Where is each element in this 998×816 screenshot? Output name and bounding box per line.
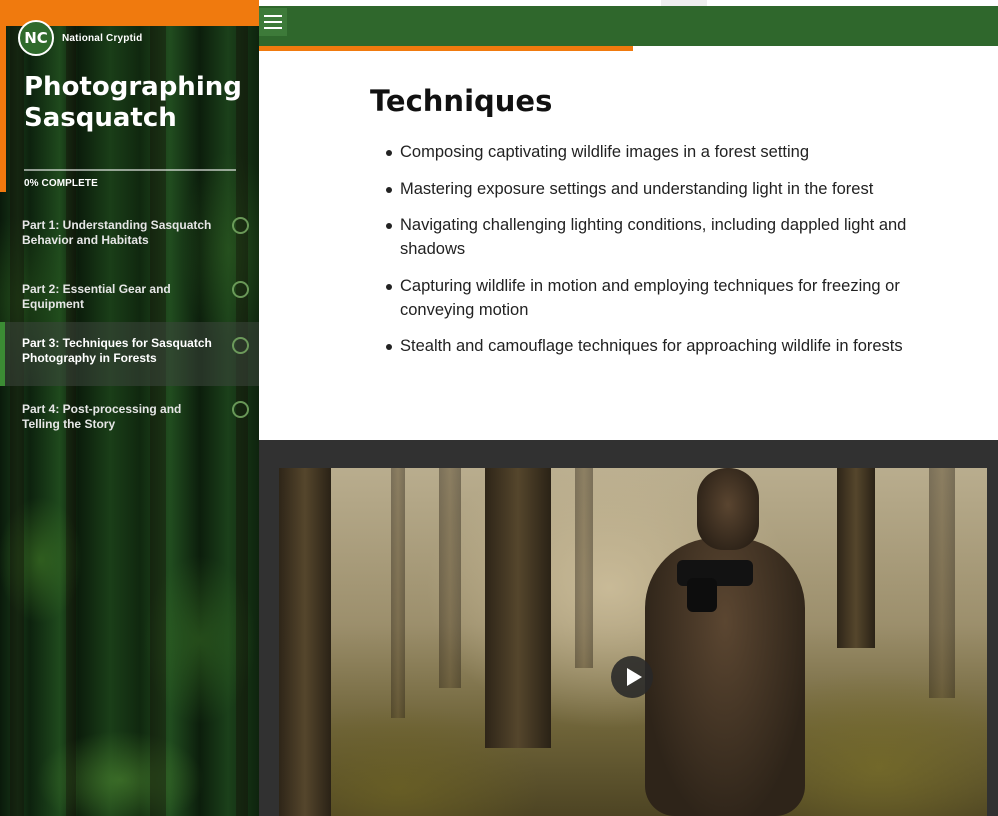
list-item: Capturing wildlife in motion and employi… [370, 274, 910, 322]
lesson-content: Techniques Composing captivating wildlif… [370, 84, 910, 371]
video-thumbnail [439, 468, 461, 688]
technique-list: Composing captivating wildlife images in… [370, 140, 910, 358]
video-thumbnail [279, 468, 331, 816]
course-progress-bar [24, 169, 236, 171]
brand[interactable]: NC National Cryptid [18, 20, 142, 56]
hamburger-icon [264, 27, 282, 29]
hamburger-icon [264, 15, 282, 17]
video-thumbnail [929, 468, 955, 698]
media-section [259, 440, 998, 816]
top-header [259, 6, 998, 46]
lesson-progress-bar [259, 46, 633, 51]
course-title: Photographing Sasquatch [24, 72, 242, 133]
video-player[interactable] [279, 468, 987, 816]
nav-item-label: Part 1: Understanding Sasquatch Behavior… [22, 218, 212, 247]
brand-logo: NC [18, 20, 54, 56]
incomplete-status-icon [232, 337, 249, 354]
sasquatch-figure [697, 468, 759, 550]
video-thumbnail [575, 468, 593, 668]
nav-item-label: Part 4: Post-processing and Telling the … [22, 402, 182, 431]
hamburger-icon [264, 21, 282, 23]
list-item: Mastering exposure settings and understa… [370, 177, 910, 201]
course-sidebar: NC National Cryptid Photographing Sasqua… [0, 0, 259, 816]
nav-item-part-4[interactable]: Part 4: Post-processing and Telling the … [0, 386, 259, 446]
incomplete-status-icon [232, 217, 249, 234]
sidebar-left-accent [0, 0, 6, 192]
nav-item-part-3[interactable]: Part 3: Techniques for Sasquatch Photogr… [0, 322, 259, 386]
brand-name: National Cryptid [62, 32, 143, 44]
incomplete-status-icon [232, 281, 249, 298]
camera-icon [687, 578, 717, 612]
incomplete-status-icon [232, 401, 249, 418]
menu-button[interactable] [259, 8, 287, 36]
course-progress-label: 0% COMPLETE [24, 178, 98, 189]
nav-item-label: Part 2: Essential Gear and Equipment [22, 282, 171, 311]
list-item: Navigating challenging lighting conditio… [370, 213, 910, 261]
nav-item-label: Part 3: Techniques for Sasquatch Photogr… [22, 336, 212, 365]
video-thumbnail [391, 468, 405, 718]
video-thumbnail [837, 468, 875, 648]
nav-item-part-1[interactable]: Part 1: Understanding Sasquatch Behavior… [0, 208, 259, 274]
play-icon [626, 668, 642, 686]
play-button[interactable] [611, 656, 653, 698]
nav-item-part-2[interactable]: Part 2: Essential Gear and Equipment [0, 274, 259, 312]
list-item: Stealth and camouflage techniques for ap… [370, 334, 910, 358]
list-item: Composing captivating wildlife images in… [370, 140, 910, 164]
video-thumbnail [485, 468, 551, 748]
lesson-nav: Part 1: Understanding Sasquatch Behavior… [0, 208, 259, 446]
page-title: Techniques [370, 84, 553, 118]
sasquatch-figure [645, 468, 825, 816]
